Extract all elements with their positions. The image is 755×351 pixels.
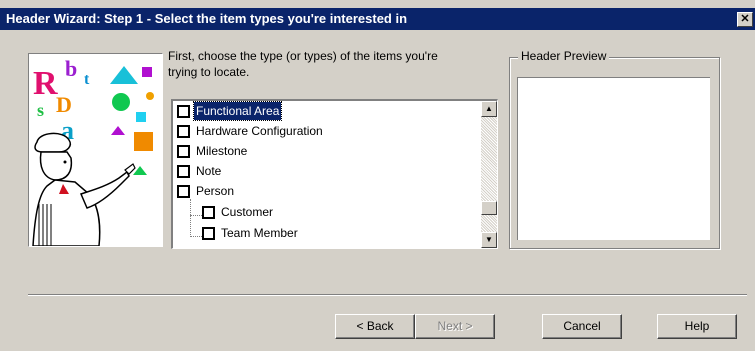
checkbox-customer[interactable] [202,206,215,219]
list-item-label: Customer [221,205,274,219]
tree-branch [190,236,202,237]
list-item-label: Functional Area [192,101,283,121]
tree-branch [190,215,202,216]
shape-dot-orange [146,92,154,100]
letter-s: s [37,100,44,120]
shape-square-cyan [136,112,146,122]
title-bar[interactable]: Header Wizard: Step 1 - Select the item … [0,8,755,30]
vertical-scrollbar[interactable]: ▲ ▼ [481,101,497,248]
header-wizard-dialog: Header Wizard: Step 1 - Select the item … [0,0,755,351]
list-item-label: Milestone [196,144,248,158]
scroll-thumb[interactable] [481,201,497,215]
shape-triangle-purple [111,126,125,135]
item-types-list[interactable]: Functional Area Hardware Configuration M… [171,99,498,249]
back-button[interactable]: < Back [335,314,415,339]
list-item-label: Hardware Configuration [196,124,323,138]
wizard-chef-icon: R b t s D a [32,56,154,246]
checkbox-person[interactable] [177,185,190,198]
checkbox-hardware-configuration[interactable] [177,125,190,138]
next-button[interactable]: Next > [415,314,495,339]
letter-r: R [33,65,58,102]
next-button-label: Next > [437,319,473,333]
list-item-label: Note [196,164,222,178]
checkbox-team-member[interactable] [202,227,215,240]
button-separator [28,294,747,296]
close-icon: ✕ [740,13,750,25]
chef-arm [79,170,130,209]
tree-connector [190,199,191,237]
scroll-down-button[interactable]: ▼ [481,232,497,248]
checkbox-milestone[interactable] [177,145,190,158]
shape-square-orange [134,132,153,151]
wizard-illustration: R b t s D a [28,53,163,247]
help-button[interactable]: Help [657,314,737,339]
shape-triangle-cyan [110,66,138,84]
close-button[interactable]: ✕ [737,12,753,27]
shape-square-purple [142,67,152,77]
letter-b: b [65,56,77,81]
shape-circle-green [112,93,130,111]
chef-face [39,151,73,181]
header-preview-label: Header Preview [518,49,610,63]
list-item-label: Team Member [221,226,298,240]
cancel-button-label: Cancel [563,319,601,333]
help-button-label: Help [684,319,710,333]
checkbox-functional-area[interactable] [177,105,190,118]
instructions-text: First, choose the type (or types) of the… [168,49,438,79]
scroll-up-button[interactable]: ▲ [481,101,497,117]
back-button-label: < Back [356,319,394,333]
letter-d: D [56,92,72,117]
chef-hat [34,132,71,153]
chef-eye [63,160,67,164]
letter-t: t [84,71,90,88]
list-item-label: Person [196,184,235,198]
window-title: Header Wizard: Step 1 - Select the item … [6,11,408,26]
arrow-up-icon: ▲ [485,104,493,113]
header-preview-pane [517,77,710,240]
cancel-button[interactable]: Cancel [542,314,622,339]
checkbox-note[interactable] [177,165,190,178]
arrow-down-icon: ▼ [485,235,493,244]
